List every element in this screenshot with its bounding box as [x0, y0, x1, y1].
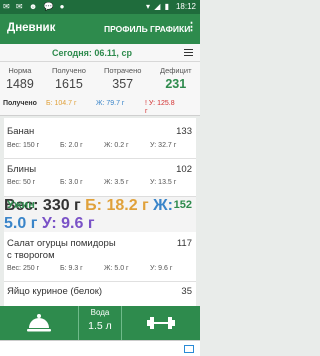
food-calories: 133 [176, 126, 192, 137]
list-item[interactable]: Яйцо куриное (белок) 35 [4, 283, 196, 305]
current-date[interactable]: Сегодня: 06.11, ср [52, 48, 132, 58]
food-name-cont: с творогом [7, 250, 55, 261]
more-vert-icon[interactable]: ⋮ [186, 22, 197, 33]
carbs-total-unit: г [145, 108, 148, 115]
food-carbs: У: 32.7 г [150, 142, 177, 149]
system-icons: ▾ ◢ ▮ [145, 2, 170, 11]
received-macros-label: Получено [3, 100, 37, 107]
ad-banner[interactable] [0, 340, 200, 356]
food-name: Банан [7, 126, 35, 137]
meal-protein: Б: 18.2 г [85, 197, 149, 214]
water-label: Вода [90, 308, 110, 317]
fat-total: Ж: 79.7 г [96, 100, 125, 107]
food-name: Блины [7, 164, 37, 175]
norm-col: Норма 1489 [6, 66, 34, 91]
status-bar: ✉ ✉ ☻ 💬 ● ▾ ◢ ▮ 18:12 [0, 0, 200, 14]
bottom-bar: Вода 1.5 л [0, 306, 200, 340]
divider [4, 281, 196, 282]
deficit-value: 231 [165, 77, 187, 91]
spent-value: 357 [112, 77, 134, 91]
food-calories: 117 [176, 238, 192, 249]
app-title: Дневник [7, 22, 56, 34]
meal-header-dinner[interactable]: Ужин 152 Вес: 330 г Б: 18.2 г Ж: 5.0 г У… [4, 196, 196, 232]
ad-choices-icon[interactable] [184, 345, 194, 353]
list-item[interactable]: Банан 133 Вес: 150 г Б: 2.0 г Ж: 0.2 г У… [4, 122, 196, 158]
water-value: 1.5 л [88, 320, 112, 332]
deficit-label: Дефицит [160, 66, 192, 75]
meal-name: Ужин [7, 199, 35, 211]
spent-col: Потрачено 357 [104, 66, 141, 91]
nav-profile[interactable]: ПРОФИЛЬ [104, 24, 148, 34]
list-item[interactable]: Салат огурцы помидоры с творогом 117 Вес… [4, 234, 196, 280]
carbs-total: ! У: 125.8 [145, 100, 175, 107]
food-fat: Ж: 5.0 г [104, 265, 129, 272]
protein-total: Б: 104.7 г [46, 100, 77, 107]
spent-label: Потрачено [104, 66, 142, 75]
food-protein: Б: 9.3 г [60, 265, 83, 272]
food-weight: Вес: 250 г [7, 265, 40, 272]
food-weight: Вес: 50 г [7, 179, 36, 186]
food-name: Салат огурцы помидоры [7, 238, 116, 249]
daily-summary: Норма 1489 Получено 1615 Потрачено 357 Д… [0, 62, 200, 116]
food-protein: Б: 3.0 г [60, 179, 83, 186]
food-fat: Ж: 3.5 г [104, 179, 129, 186]
food-carbs: У: 13.5 г [150, 179, 177, 186]
status-time: 18:12 [175, 2, 196, 11]
notification-icons: ✉ ✉ ☻ 💬 ● [3, 2, 67, 11]
food-fat: Ж: 0.2 г [104, 142, 129, 149]
received-label: Получено [52, 66, 86, 75]
norm-value: 1489 [6, 77, 34, 91]
nav-charts[interactable]: ГРАФИКИ [150, 24, 190, 34]
app-bar: Дневник ПРОФИЛЬ ГРАФИКИ ⋮ [0, 14, 200, 44]
water-counter[interactable]: Вода 1.5 л [78, 306, 122, 340]
divider [4, 158, 196, 159]
date-header: Сегодня: 06.11, ср [0, 44, 200, 62]
meal-carbs: У: 9.6 г [41, 215, 95, 232]
list-icon[interactable] [184, 49, 193, 57]
food-carbs: У: 9.6 г [150, 265, 173, 272]
dumbbell-icon[interactable] [146, 315, 176, 331]
food-calories: 102 [176, 164, 192, 175]
food-protein: Б: 2.0 г [60, 142, 83, 149]
food-list: Банан 133 Вес: 150 г Б: 2.0 г Ж: 0.2 г У… [4, 118, 196, 306]
meal-calories: 152 [173, 199, 192, 211]
food-cloche-icon[interactable] [26, 312, 52, 334]
list-item[interactable]: Блины 102 Вес: 50 г Б: 3.0 г Ж: 3.5 г У:… [4, 160, 196, 194]
food-calories: 35 [181, 286, 192, 297]
received-value: 1615 [55, 77, 83, 91]
received-col: Получено 1615 [52, 66, 86, 91]
norm-label: Норма [8, 66, 32, 75]
food-name: Яйцо куриное (белок) [7, 286, 103, 297]
deficit-col: Дефицит 231 [160, 66, 192, 91]
food-weight: Вес: 150 г [7, 142, 40, 149]
